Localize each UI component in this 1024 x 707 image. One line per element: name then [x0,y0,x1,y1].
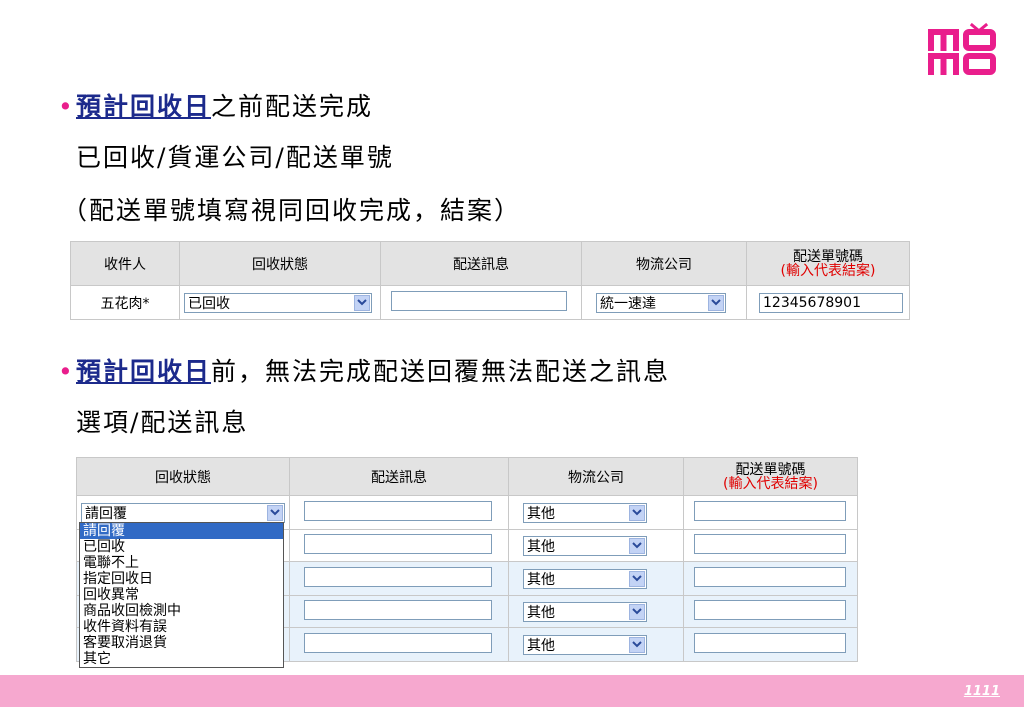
bullet-2: •預計回收日前，無法完成配送回覆無法配送之訊息 [58,357,670,387]
status-select-value: 請回覆 [85,505,127,522]
chevron-down-icon[interactable] [629,537,645,554]
message-input[interactable] [304,632,492,653]
table-header-row: 回收狀態 配送訊息 物流公司 配送單號碼 (輸入代表結案) [76,457,858,496]
bullet-1-line-3: （配送單號填寫視同回收完成，結案） [62,196,522,225]
momo-logo [928,22,998,78]
logistics-select[interactable]: 其他 [523,634,647,655]
chevron-down-icon[interactable] [629,504,645,521]
dropdown-option[interactable]: 電聯不上 [80,555,283,571]
tracking-input[interactable] [694,599,846,620]
logistics-select-value: 其他 [527,571,555,588]
logistics-select-value: 其他 [527,637,555,654]
status-select-value: 已回收 [188,295,230,312]
dropdown-option[interactable]: 指定回收日 [80,571,283,587]
col-status: 回收狀態 [179,241,381,286]
logistics-select-value: 其他 [527,604,555,621]
table-row: 五花肉* 已回收 統一速達 12345678901 [70,285,910,320]
bullet-1-text: 之前配送完成 [211,92,374,121]
col-tracking-note: (輸入代表結案) [723,475,818,492]
status-select[interactable]: 請回覆 [81,502,285,523]
bullet-2-text: 前，無法完成配送回覆無法配送之訊息 [211,357,671,386]
tracking-input[interactable] [694,533,846,554]
dropdown-option[interactable]: 收件資料有誤 [80,619,283,635]
col-logistics: 物流公司 [508,457,684,496]
logistics-select[interactable]: 其他 [523,568,647,589]
recipient-cell: 五花肉* [70,285,180,320]
col-status: 回收狀態 [76,457,290,496]
col-tracking-note: (輸入代表結案) [780,262,876,279]
col-tracking-label: 配送單號碼 [735,461,806,478]
chevron-down-icon[interactable] [629,636,645,653]
dropdown-option[interactable]: 已回收 [80,539,283,555]
status-dropdown-list[interactable]: 請回覆 已回收 電聯不上 指定回收日 回收異常 商品收回檢測中 收件資料有誤 客… [79,522,284,668]
bullet-1-line-2: 已回收/貨運公司/配送單號 [76,143,394,172]
col-recipient: 收件人 [70,241,180,286]
col-tracking-label: 配送單號碼 [793,248,863,265]
dropdown-option[interactable]: 客要取消退貨 [80,635,283,651]
tracking-input[interactable] [694,566,846,587]
bullet-1-highlight: 預計回收日 [76,92,212,121]
dropdown-option[interactable]: 請回覆 [80,523,283,539]
message-input[interactable] [304,599,492,620]
message-input[interactable] [304,566,492,587]
logistics-select-value: 統一速達 [600,295,656,312]
page-number: 1111 [963,684,1000,699]
tracking-input[interactable] [694,632,846,653]
chevron-down-icon[interactable] [267,504,283,521]
col-logistics: 物流公司 [581,241,747,286]
tracking-input[interactable]: 12345678901 [759,292,903,313]
logistics-select[interactable]: 其他 [523,535,647,556]
logistics-select[interactable]: 統一速達 [596,292,726,313]
logistics-select-value: 其他 [527,505,555,522]
chevron-down-icon[interactable] [629,603,645,620]
bullet-1: •預計回收日之前配送完成 [58,92,373,122]
bullet-2-highlight: 預計回收日 [76,357,212,386]
footer-bar: 1111 [0,675,1024,707]
col-tracking: 配送單號碼 (輸入代表結案) [683,457,858,496]
dropdown-option[interactable]: 回收異常 [80,587,283,603]
logistics-select-value: 其他 [527,538,555,555]
col-message: 配送訊息 [289,457,509,496]
logistics-select[interactable]: 其他 [523,502,647,523]
col-message: 配送訊息 [380,241,582,286]
chevron-down-icon[interactable] [354,294,370,311]
logistics-select[interactable]: 其他 [523,601,647,622]
table-header-row: 收件人 回收狀態 配送訊息 物流公司 配送單號碼 (輸入代表結案) [70,241,910,286]
col-tracking: 配送單號碼 (輸入代表結案) [746,241,910,286]
dropdown-option[interactable]: 其它 [80,651,283,667]
message-input[interactable] [304,533,492,554]
message-input[interactable] [304,500,492,521]
bullet-2-line-2: 選項/配送訊息 [76,408,249,437]
chevron-down-icon[interactable] [708,294,724,311]
bullet-dot: • [58,357,75,386]
dropdown-option[interactable]: 商品收回檢測中 [80,603,283,619]
status-select[interactable]: 已回收 [184,292,372,313]
tracking-input[interactable] [694,500,846,521]
collection-table-example: 收件人 回收狀態 配送訊息 物流公司 配送單號碼 (輸入代表結案) 五花肉* 已… [70,241,910,320]
bullet-dot: • [58,92,75,121]
message-input[interactable] [391,290,567,311]
chevron-down-icon[interactable] [629,570,645,587]
